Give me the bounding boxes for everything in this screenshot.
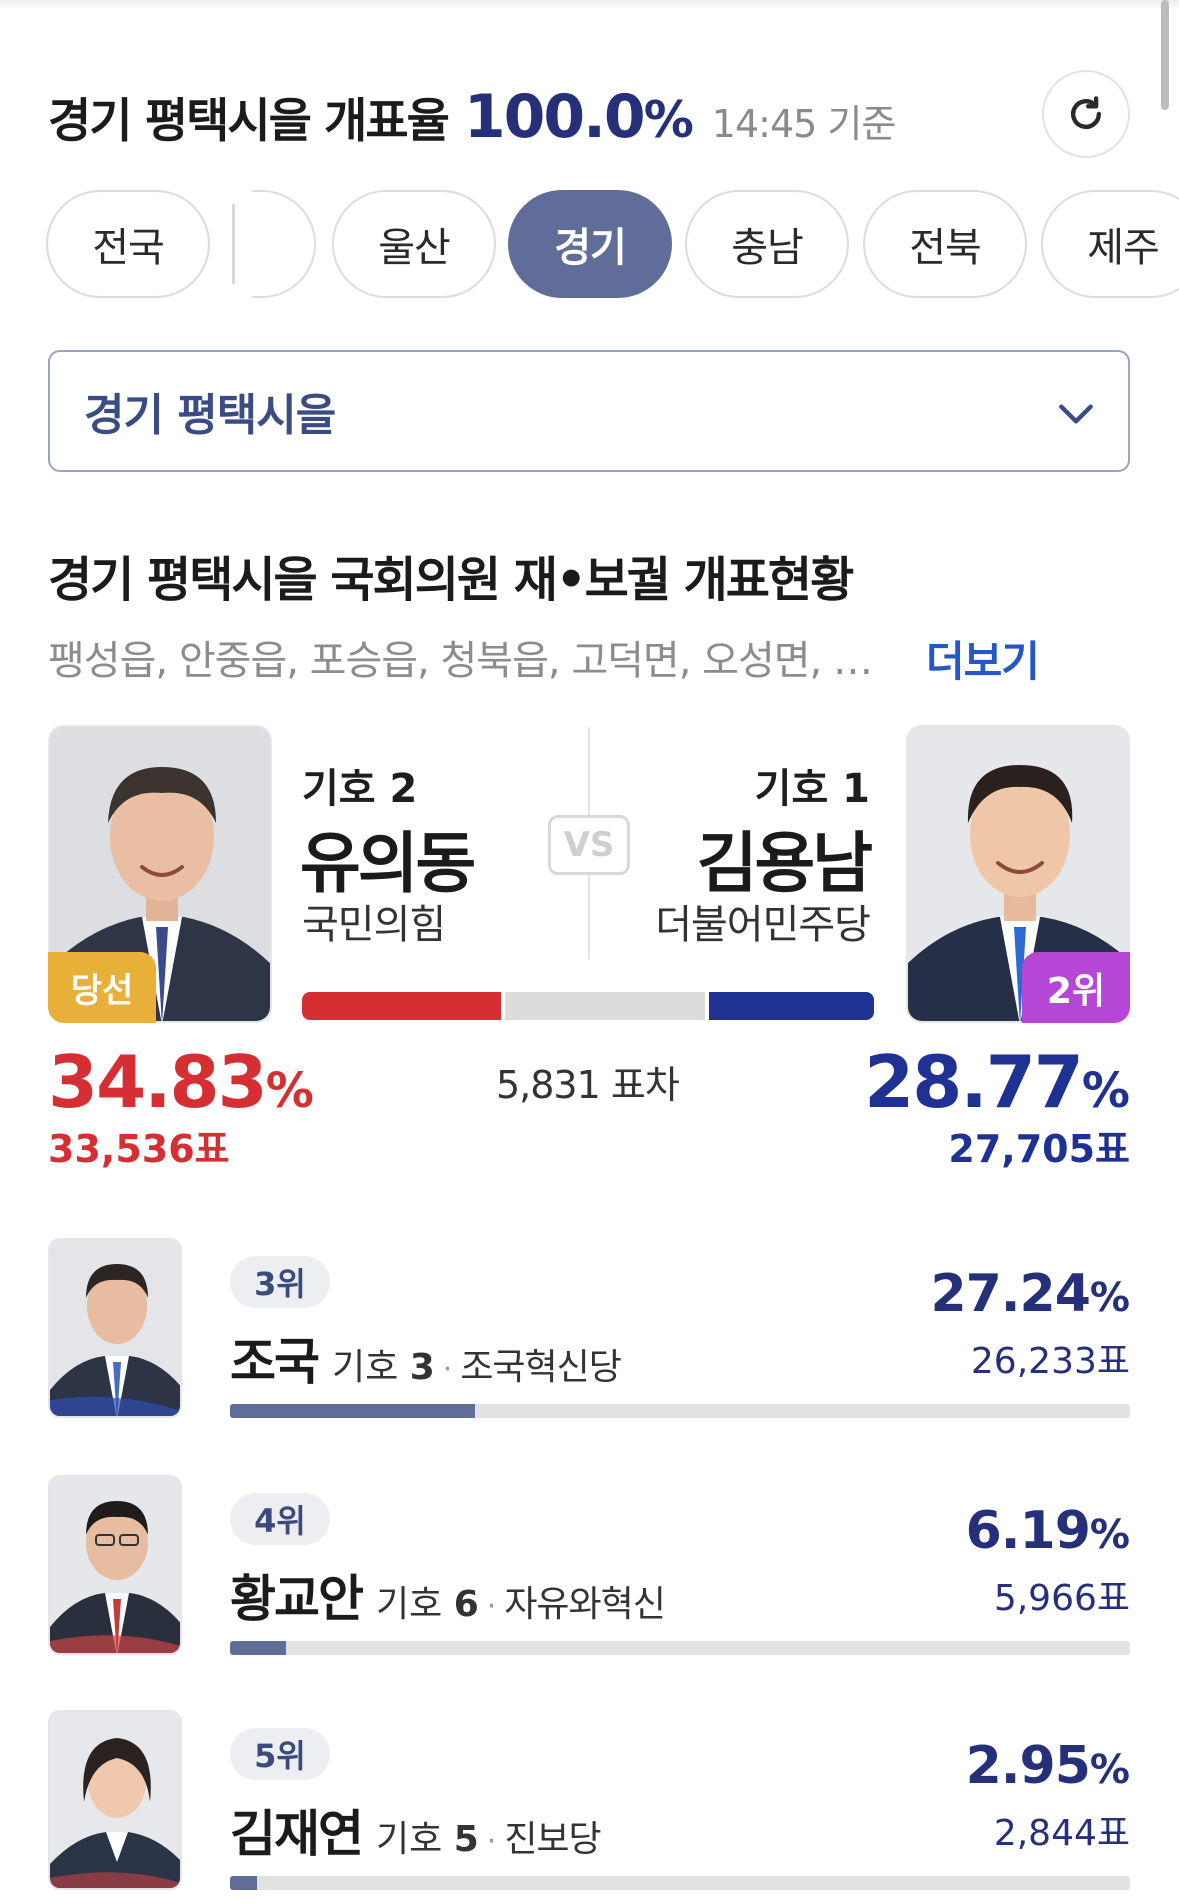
tab-gyeonggi[interactable]: 경기 (508, 190, 672, 298)
candidate-name: 황교안 (230, 1570, 364, 1628)
candidate-row[interactable]: 3위 조국 기호 3 · 조국혁신당 27.24% 26,233표 (0, 1238, 1179, 1438)
tab-ulsan[interactable]: 울산 (332, 190, 496, 298)
page-title: 경기 평택시을 개표율 (48, 94, 450, 149)
vote-count-right: 27,705표 (948, 1127, 1130, 1171)
top-shadow (0, 0, 1179, 10)
refresh-icon (1070, 96, 1102, 130)
district-select-value: 경기 평택시을 (84, 390, 336, 441)
vs-badge: VS (548, 815, 630, 875)
separator-dot: · (442, 1352, 453, 1387)
candidate-number: 기호 3 (332, 1347, 435, 1388)
vote-share-bar (230, 1404, 1130, 1418)
count-rate: 100.0 (463, 82, 646, 152)
candidate-photo (48, 1238, 182, 1418)
vote-share: 2.95% (965, 1736, 1130, 1796)
region-tabs: 전국 두 울산 경기 충남 전북 제주 (0, 190, 1179, 302)
candidate-party-right: 더불어민주당 (655, 902, 871, 948)
head-to-head-bar (302, 992, 874, 1020)
candidate-party-left: 국민의힘 (302, 902, 446, 948)
vote-count-left: 33,536표 (48, 1127, 230, 1171)
bar-others-share (501, 992, 710, 1020)
candidate-info: 김재연 기호 5 · 진보당 (230, 1794, 602, 1866)
refresh-button[interactable] (1042, 70, 1130, 158)
count-rate-unit: % (643, 91, 694, 149)
page-header: 경기 평택시을 개표율 100.0 % 14:45 기준 (48, 82, 897, 152)
vote-difference: 5,831 표차 (496, 1063, 680, 1107)
candidate-party: 조국혁신당 (460, 1347, 622, 1388)
candidate-photo (48, 1710, 182, 1890)
vote-share: 6.19% (965, 1501, 1130, 1561)
tab-nationwide[interactable]: 전국 (46, 190, 210, 298)
candidate-info: 황교안 기호 6 · 자유와혁신 (230, 1559, 666, 1631)
chevron-down-icon (1059, 404, 1093, 424)
candidate-number-right: 기호 1 (754, 766, 870, 812)
separator-dot: · (486, 1824, 497, 1859)
vote-share-fill (230, 1404, 476, 1418)
tab-divider (232, 204, 235, 284)
candidate-number: 기호 5 (376, 1819, 479, 1860)
vote-share-left: 34.83% (48, 1040, 314, 1124)
candidate-portrait (50, 1477, 180, 1653)
update-time: 14:45 기준 (711, 102, 897, 146)
rank-badge-second: 2위 (1022, 952, 1130, 1023)
rank-badge: 5위 (230, 1728, 330, 1780)
more-link[interactable]: 더보기 (926, 628, 1040, 689)
candidate-portrait (50, 1240, 180, 1416)
area-list: 팽성읍, 안중읍, 포승읍, 청북읍, 고덕면, 오성면, … (48, 638, 873, 684)
vote-share-bar (230, 1876, 1130, 1890)
vote-share: 27.24% (930, 1264, 1130, 1324)
candidate-party: 진보당 (504, 1819, 601, 1860)
vote-share-right: 28.77% (864, 1040, 1130, 1124)
tab-chungnam[interactable]: 충남 (685, 190, 849, 298)
candidate-name: 조국 (230, 1333, 320, 1391)
vote-count: 5,966표 (993, 1578, 1130, 1619)
vote-count: 26,233표 (970, 1341, 1130, 1382)
rank-badge: 4위 (230, 1493, 330, 1545)
vote-share-fill (230, 1876, 257, 1890)
bar-left-share (302, 992, 502, 1020)
candidate-info: 조국 기호 3 · 조국혁신당 (230, 1322, 622, 1394)
vote-count: 2,844표 (993, 1813, 1130, 1854)
candidate-row[interactable]: 4위 황교안 기호 6 · 자유와혁신 6.19% 5,966표 (0, 1475, 1179, 1675)
vote-share-fill (230, 1641, 286, 1655)
scrollbar[interactable] (1161, 0, 1169, 110)
candidate-portrait (50, 1712, 180, 1888)
candidate-row[interactable]: 5위 김재연 기호 5 · 진보당 2.95% 2,844표 (0, 1710, 1179, 1903)
candidate-photo (48, 1475, 182, 1655)
section-title: 경기 평택시을 국회의원 재•보궐 개표현황 (48, 552, 854, 608)
candidate-number-left: 기호 2 (302, 766, 418, 812)
bar-right-share (709, 992, 874, 1020)
candidate-party: 자유와혁신 (504, 1584, 666, 1625)
tab-jeju[interactable]: 제주 (1041, 190, 1179, 298)
rank-badge: 3위 (230, 1256, 330, 1308)
vote-share-bar (230, 1641, 1130, 1655)
separator-dot: · (486, 1589, 497, 1624)
tab-jeonbuk[interactable]: 전북 (863, 190, 1027, 298)
winner-badge: 당선 (48, 952, 156, 1023)
candidate-name: 김재연 (230, 1805, 364, 1863)
district-select[interactable]: 경기 평택시을 (48, 350, 1130, 472)
candidate-number: 기호 6 (376, 1584, 479, 1625)
